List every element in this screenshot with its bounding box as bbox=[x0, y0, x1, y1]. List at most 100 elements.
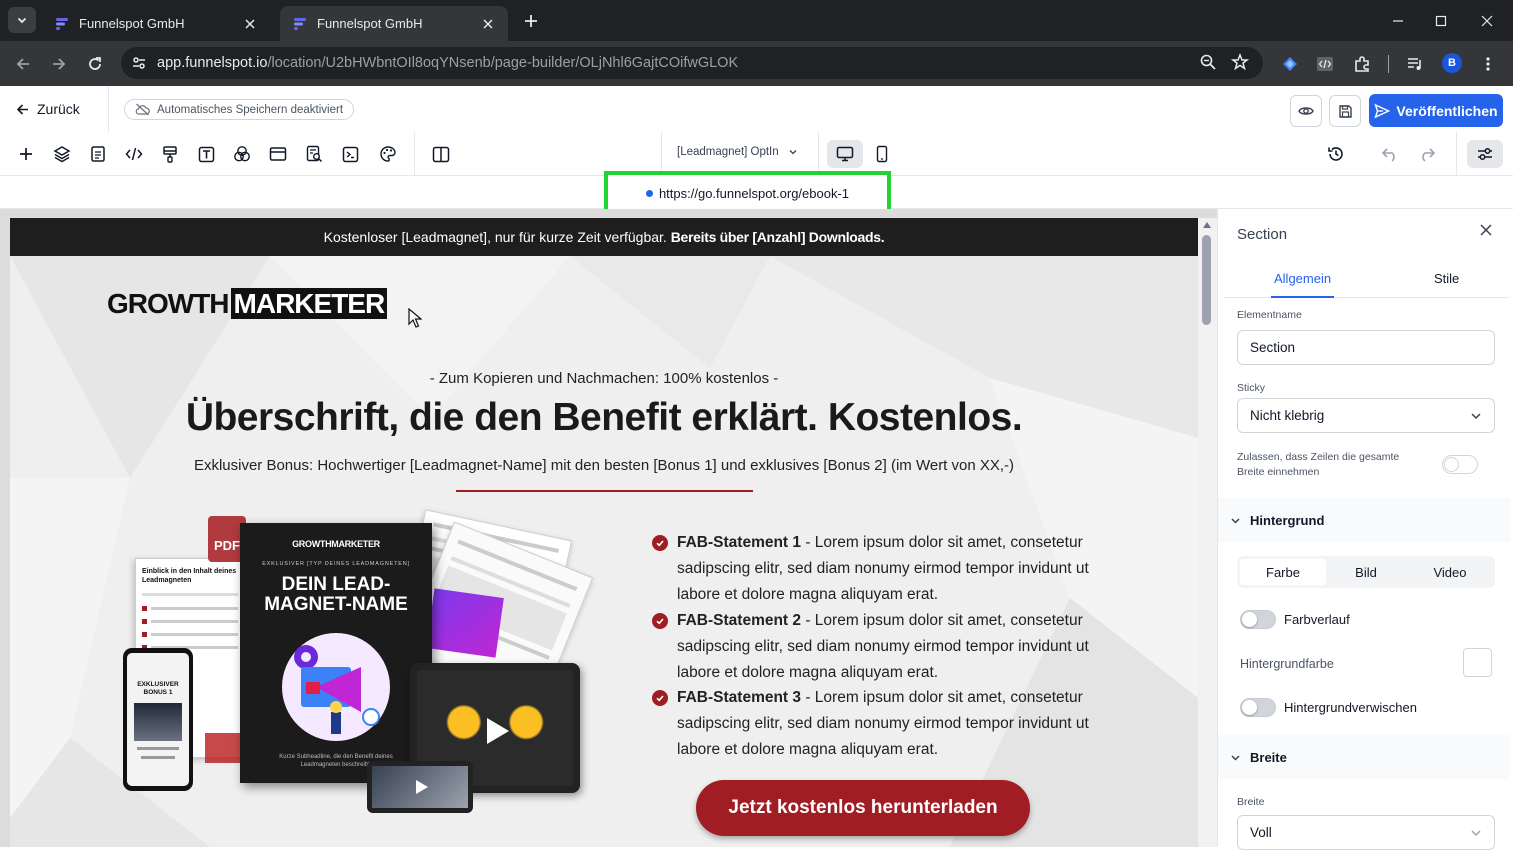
width-select[interactable]: Voll bbox=[1237, 815, 1495, 850]
main-headline[interactable]: Überschrift, die den Benefit erklärt. Ko… bbox=[10, 396, 1198, 440]
pages-icon[interactable] bbox=[88, 144, 108, 164]
minimize-button[interactable] bbox=[1375, 0, 1421, 41]
code-icon[interactable] bbox=[124, 144, 144, 164]
sub-headline[interactable]: Exklusiver Bonus: Hochwertiger [Leadmagn… bbox=[10, 457, 1198, 474]
bg-tab-video[interactable]: Video bbox=[1407, 559, 1493, 585]
address-bar[interactable]: app.funnelspot.io/location/U2bHWbntOIl8o… bbox=[121, 47, 1263, 79]
media-control-icon[interactable] bbox=[1402, 51, 1428, 77]
colors-icon[interactable] bbox=[232, 144, 252, 164]
feature-item[interactable]: FAB-Statement 1 - Lorem ipsum dolor sit … bbox=[652, 530, 1092, 608]
browser-tab-2[interactable]: Funnelspot GmbH bbox=[280, 6, 508, 41]
back-link[interactable]: Zurück bbox=[16, 101, 80, 117]
page-selector[interactable]: [Leadmagnet] OptIn bbox=[677, 146, 798, 158]
plus-icon bbox=[525, 15, 537, 27]
settings-panel-toggle[interactable] bbox=[1467, 140, 1503, 168]
background-section-title: Hintergrund bbox=[1250, 512, 1325, 528]
paint-brush-icon[interactable] bbox=[160, 144, 180, 164]
funnelspot-favicon-icon bbox=[56, 17, 68, 30]
check-circle-icon bbox=[652, 613, 668, 629]
chevron-down-icon bbox=[1471, 830, 1481, 837]
tab-search-button[interactable] bbox=[8, 7, 36, 33]
scroll-up-arrow-icon[interactable] bbox=[1203, 222, 1211, 228]
chevron-down-icon bbox=[17, 17, 27, 24]
sticky-select[interactable]: Nicht klebrig bbox=[1237, 398, 1495, 433]
purple-screenshot bbox=[426, 588, 504, 658]
back-button[interactable] bbox=[10, 51, 36, 77]
extension-diamond-icon[interactable] bbox=[1277, 51, 1303, 77]
profile-avatar[interactable]: B bbox=[1442, 53, 1462, 73]
save-button[interactable] bbox=[1329, 95, 1361, 127]
feature-item[interactable]: FAB-Statement 2 - Lorem ipsum dolor sit … bbox=[652, 608, 1092, 686]
cloud-off-icon bbox=[135, 103, 150, 116]
preview-button[interactable] bbox=[1290, 95, 1322, 127]
reload-button[interactable] bbox=[82, 51, 108, 77]
zoom-icon[interactable] bbox=[1199, 53, 1217, 71]
width-section-header[interactable]: Breite bbox=[1218, 735, 1510, 779]
check-circle-icon bbox=[652, 690, 668, 706]
close-icon bbox=[1481, 15, 1493, 26]
book-title-2: MAGNET-NAME bbox=[264, 594, 408, 615]
smartphone-icon bbox=[876, 145, 888, 163]
gradient-toggle[interactable] bbox=[1240, 610, 1276, 629]
close-tab-icon[interactable] bbox=[242, 16, 258, 32]
autosave-toggle[interactable]: Automatisches Speichern deaktiviert bbox=[124, 99, 355, 120]
book-title-1: DEIN LEAD- bbox=[281, 574, 391, 595]
new-tab-button[interactable] bbox=[519, 10, 543, 32]
extension-code-icon[interactable] bbox=[1312, 51, 1338, 77]
feature-item[interactable]: FAB-Statement 3 - Lorem ipsum dolor sit … bbox=[652, 685, 1092, 763]
full-width-note: Zulassen, dass Zeilen die gesamte Breite… bbox=[1237, 451, 1400, 478]
landing-page-section[interactable]: Kostenloser [Leadmagnet], nur für kurze … bbox=[10, 218, 1198, 847]
bookmark-star-icon[interactable] bbox=[1231, 53, 1249, 71]
palette-icon[interactable] bbox=[378, 144, 398, 164]
builder-toolbar: [Leadmagnet] OptIn bbox=[0, 132, 1513, 176]
settings-panel: Section Allgemein Stile Elementname Sect… bbox=[1217, 209, 1513, 850]
sliders-icon bbox=[1478, 148, 1492, 160]
redo-icon[interactable] bbox=[1417, 144, 1437, 164]
layers-icon[interactable] bbox=[52, 144, 72, 164]
background-section-header[interactable]: Hintergrund bbox=[1218, 498, 1510, 542]
autosave-label: Automatisches Speichern deaktiviert bbox=[157, 103, 344, 116]
mobile-view-button[interactable] bbox=[864, 140, 900, 168]
tab-styles[interactable]: Stile bbox=[1434, 271, 1459, 286]
typography-icon[interactable] bbox=[196, 144, 216, 164]
download-cta-button[interactable]: Jetzt kostenlos herunterladen bbox=[696, 780, 1030, 836]
forward-button[interactable] bbox=[46, 51, 72, 77]
tracking-code-icon[interactable] bbox=[340, 144, 360, 164]
browser-tab-1[interactable]: Funnelspot GmbH bbox=[42, 6, 270, 41]
popup-icon[interactable] bbox=[268, 144, 288, 164]
add-element-icon[interactable] bbox=[16, 144, 36, 164]
bg-tab-color[interactable]: Farbe bbox=[1240, 559, 1326, 585]
split-view-icon[interactable] bbox=[431, 144, 451, 164]
toolbar-divider bbox=[1456, 132, 1457, 176]
publish-button[interactable]: Veröffentlichen bbox=[1369, 94, 1503, 127]
pre-headline[interactable]: - Zum Kopieren und Nachmachen: 100% kost… bbox=[10, 370, 1198, 387]
close-tab-icon[interactable] bbox=[480, 16, 496, 32]
feature-title: FAB-Statement 3 bbox=[677, 689, 802, 706]
minimize-icon bbox=[1393, 19, 1403, 22]
bg-blur-toggle[interactable] bbox=[1240, 698, 1276, 717]
history-icon[interactable] bbox=[1326, 144, 1346, 164]
tab-general[interactable]: Allgemein bbox=[1270, 271, 1335, 298]
maximize-button[interactable] bbox=[1418, 0, 1464, 41]
arrow-left-icon bbox=[16, 103, 28, 115]
close-panel-icon[interactable] bbox=[1480, 224, 1492, 236]
check-circle-icon bbox=[652, 535, 668, 551]
extensions-puzzle-icon[interactable] bbox=[1349, 51, 1375, 77]
element-name-input[interactable]: Section bbox=[1237, 330, 1495, 365]
desktop-view-button[interactable] bbox=[827, 140, 863, 168]
bg-blur-label: Hintergrundverwischen bbox=[1284, 700, 1417, 715]
product-mockup-image[interactable]: Einblick in den Inhalt deines Leadmagnet… bbox=[105, 509, 594, 823]
growth-marketer-logo[interactable]: GROWTH MARKETER bbox=[107, 288, 388, 320]
browser-menu-icon[interactable] bbox=[1475, 51, 1501, 77]
full-width-toggle[interactable] bbox=[1442, 455, 1478, 474]
site-settings-icon[interactable] bbox=[129, 55, 149, 71]
send-icon bbox=[1374, 103, 1391, 118]
close-window-button[interactable] bbox=[1464, 0, 1510, 41]
seo-search-icon[interactable] bbox=[304, 144, 324, 164]
bg-tab-image[interactable]: Bild bbox=[1323, 559, 1409, 585]
scrollbar-thumb[interactable] bbox=[1202, 235, 1211, 325]
bg-color-swatch[interactable] bbox=[1463, 648, 1492, 677]
ebook-cover: GROWTHMARKETER EXKLUSIVER [TYP DEINES LE… bbox=[240, 523, 432, 783]
undo-icon[interactable] bbox=[1380, 144, 1400, 164]
canvas-scrollbar[interactable] bbox=[1198, 218, 1217, 847]
